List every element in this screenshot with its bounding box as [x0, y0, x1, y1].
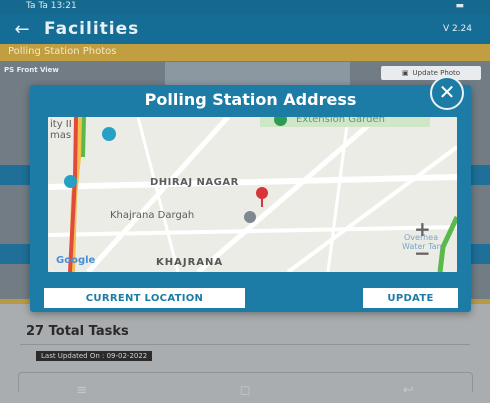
zoom-out-button[interactable]: − [414, 241, 431, 265]
total-tasks: 27 Total Tasks [26, 324, 129, 339]
update-button[interactable]: UPDATE [363, 288, 458, 308]
back-arrow-icon[interactable]: ← [0, 19, 44, 40]
map-label: Khajrana Dargah [110, 210, 195, 221]
home-icon[interactable]: ◻ [240, 383, 251, 398]
app-version: V 2.24 [442, 24, 472, 34]
map-label: Extension Garden [296, 117, 385, 125]
map-view[interactable]: ity II mas Extension Garden DHIRAJ NAGAR… [48, 117, 457, 272]
divider [20, 344, 470, 345]
google-logo: Google [56, 255, 96, 266]
map-label: ity II [50, 119, 72, 130]
update-photo-label: Update Photo [412, 69, 461, 77]
bus-stop-icon [64, 175, 77, 188]
status-bar: Ta Ta 13:21 ▬ [0, 0, 490, 14]
last-updated-badge: Last Updated On : 09-02-2022 [36, 351, 153, 361]
menu-icon[interactable]: ≡ [76, 383, 87, 398]
place-pin-icon [244, 211, 256, 223]
dialog-title: Polling Station Address [144, 90, 357, 109]
address-dialog: Polling Station Address ✕ ity II mas Ext… [30, 76, 471, 312]
current-location-button[interactable]: CURRENT LOCATION [44, 288, 245, 308]
close-icon[interactable]: ✕ [430, 76, 464, 110]
location-pin-stem [261, 198, 263, 207]
place-pin-icon [102, 127, 116, 141]
app-bar: ← Facilities V 2.24 [0, 14, 490, 44]
page-title: Facilities [44, 19, 140, 39]
section-header: Polling Station Photos [0, 44, 490, 61]
back-icon[interactable]: ↩ [403, 383, 414, 398]
photo-label: PS Front View [4, 66, 59, 74]
battery-icon: ▬ [455, 1, 464, 11]
map-label: KHAJRANA [156, 257, 224, 268]
map-label: mas [50, 130, 72, 141]
update-photo-button[interactable]: ▣ Update Photo [381, 66, 481, 80]
system-nav-bar: ≡ ◻ ↩ [0, 378, 490, 403]
facilities-screen: Ta Ta 13:21 ▬ ← Facilities V 2.24 Pollin… [0, 0, 490, 403]
camera-icon: ▣ [401, 69, 409, 77]
status-time: Ta Ta 13:21 [26, 1, 77, 11]
map-label: DHIRAJ NAGAR [150, 177, 239, 188]
zoom-in-button[interactable]: + [414, 217, 431, 241]
